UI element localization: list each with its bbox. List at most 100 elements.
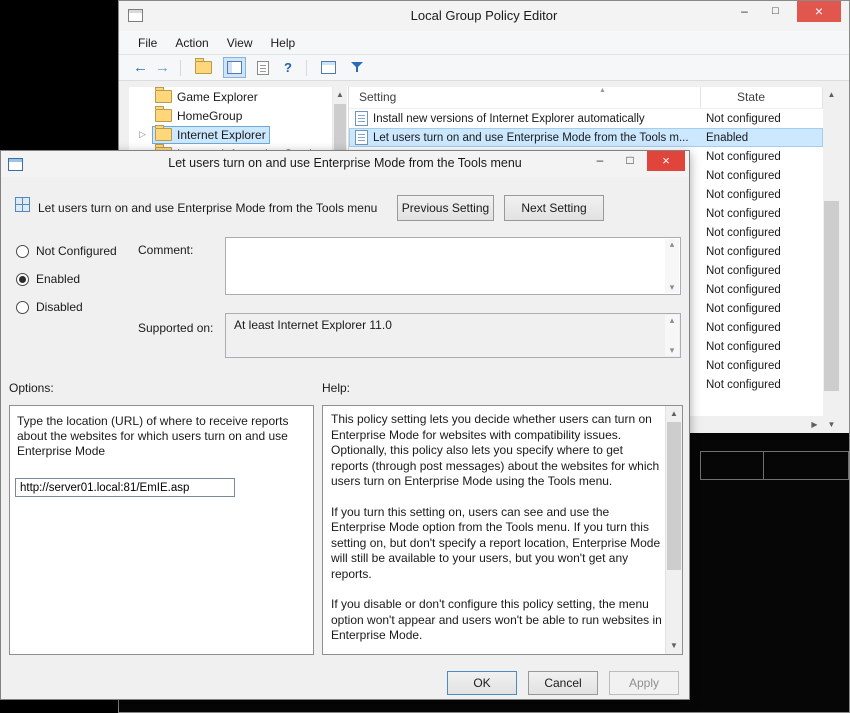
ok-button[interactable]: OK [447, 671, 517, 695]
previous-setting-button[interactable]: Previous Setting [397, 195, 494, 221]
setting-icon [355, 111, 368, 126]
scroll-down-icon[interactable]: ▼ [666, 638, 682, 654]
extended-pane-button[interactable] [317, 57, 340, 78]
close-button[interactable]: × [797, 1, 841, 22]
supported-scrollbar[interactable]: ▴ ▾ [665, 315, 679, 356]
minimize-button[interactable]: – [729, 1, 760, 22]
state-cell: Not configured [701, 227, 781, 239]
url-input[interactable] [15, 478, 235, 497]
menu-item-action[interactable]: Action [166, 33, 217, 53]
radio-enabled[interactable]: Enabled [16, 272, 80, 286]
menu-item-file[interactable]: File [129, 33, 166, 53]
toolbar: ← → ? [119, 55, 849, 81]
help-button[interactable]: ? [280, 57, 296, 78]
help-scroll-thumb[interactable] [667, 422, 681, 570]
policy-dialog: Let users turn on and use Enterprise Mod… [0, 150, 690, 700]
tree-item-label: Internet Explorer [177, 128, 266, 142]
radio-label: Enabled [36, 272, 80, 286]
gpe-titlebar[interactable]: Local Group Policy Editor – □ × [119, 1, 849, 32]
column-setting-label: Setting [359, 90, 396, 104]
radio-circle [16, 301, 29, 314]
folder-icon [155, 109, 172, 122]
menu-item-help[interactable]: Help [262, 33, 305, 53]
supported-on-box: At least Internet Explorer 11.0 ▴ ▾ [225, 313, 681, 358]
radio-circle [16, 245, 29, 258]
back-button[interactable]: ← [133, 60, 148, 75]
folder-icon [155, 128, 172, 141]
policy-header-icon [15, 197, 30, 212]
vertical-scrollbar[interactable]: ▲ ▼ [823, 87, 840, 433]
cancel-button[interactable]: Cancel [528, 671, 598, 695]
tree-item-body[interactable]: Internet Explorer [152, 126, 270, 144]
up-one-level-button[interactable] [191, 57, 216, 78]
folder-icon [195, 61, 212, 74]
tree-item[interactable]: Game Explorer [129, 87, 348, 106]
scroll-up-icon[interactable]: ▲ [666, 406, 682, 422]
console-tree-icon [227, 61, 242, 74]
state-cell: Not configured [701, 170, 781, 182]
toolbar-separator [306, 60, 307, 76]
forward-button[interactable]: → [155, 60, 170, 75]
scroll-down-icon[interactable]: ▼ [823, 417, 840, 433]
tree-item-label: HomeGroup [177, 109, 242, 123]
setting-name: Let users turn on and use Enterprise Mod… [373, 132, 689, 144]
state-cell: Not configured [701, 151, 781, 163]
menubar: File Action View Help [119, 31, 849, 55]
setting-cell: Install new versions of Internet Explore… [349, 111, 701, 126]
next-setting-button[interactable]: Next Setting [504, 195, 604, 221]
tree-item[interactable]: HomeGroup [129, 106, 348, 125]
spin-down-icon[interactable]: ▾ [665, 282, 679, 293]
help-label: Help: [322, 381, 350, 395]
filter-button[interactable] [347, 58, 367, 77]
scroll-up-icon[interactable]: ▲ [333, 87, 347, 103]
radio-not-configured[interactable]: Not Configured [16, 244, 117, 258]
panes-icon [321, 61, 336, 74]
tree-scroll-thumb[interactable] [334, 104, 346, 150]
export-list-button[interactable] [253, 57, 273, 79]
settings-row[interactable]: Let users turn on and use Enterprise Mod… [349, 128, 823, 147]
expander-icon[interactable]: ▷ [139, 129, 152, 140]
scroll-right-icon[interactable]: ▶ [806, 416, 823, 433]
tree-item[interactable]: ▷ Internet Explorer [129, 125, 348, 144]
spin-down-icon[interactable]: ▾ [665, 345, 679, 356]
tree-item-body[interactable]: Game Explorer [152, 88, 262, 106]
state-cell: Not configured [701, 379, 781, 391]
apply-button[interactable]: Apply [609, 671, 679, 695]
help-panel: This policy setting lets you decide whet… [322, 405, 683, 655]
dialog-window-controls: – □ × [585, 151, 685, 171]
status-box [700, 451, 849, 480]
help-scrollbar[interactable]: ▲ ▼ [665, 406, 682, 654]
comment-textarea[interactable]: ▴ ▾ [225, 237, 681, 295]
state-cell: Not configured [701, 265, 781, 277]
column-header-state[interactable]: State [701, 87, 823, 108]
radio-label: Disabled [36, 300, 83, 314]
options-panel: Type the location (URL) of where to rece… [9, 405, 314, 655]
dialog-minimize-button[interactable]: – [585, 151, 615, 171]
show-console-tree-button[interactable] [223, 57, 246, 78]
comment-scrollbar[interactable]: ▴ ▾ [665, 239, 679, 293]
radio-disabled[interactable]: Disabled [16, 300, 83, 314]
column-header-setting[interactable]: ▲ Setting [349, 87, 701, 108]
dialog-maximize-button[interactable]: □ [615, 151, 645, 171]
settings-row[interactable]: Install new versions of Internet Explore… [349, 109, 823, 128]
radio-label: Not Configured [36, 244, 117, 258]
state-cell: Not configured [701, 189, 781, 201]
scroll-thumb[interactable] [824, 201, 839, 391]
help-paragraph: This policy setting lets you decide whet… [331, 412, 662, 490]
state-cell: Not configured [701, 360, 781, 372]
dialog-titlebar[interactable]: Let users turn on and use Enterprise Mod… [1, 151, 689, 177]
spin-up-icon[interactable]: ▴ [665, 239, 679, 250]
state-cell: Not configured [701, 322, 781, 334]
state-cell: Not configured [701, 303, 781, 315]
dialog-close-button[interactable]: × [647, 151, 685, 171]
maximize-button[interactable]: □ [760, 1, 791, 22]
state-cell: Not configured [701, 113, 781, 125]
scroll-up-icon[interactable]: ▲ [823, 87, 840, 103]
spin-up-icon[interactable]: ▴ [665, 315, 679, 326]
options-label: Options: [9, 381, 54, 395]
menu-item-view[interactable]: View [218, 33, 262, 53]
tree-item-body[interactable]: HomeGroup [152, 107, 246, 125]
sort-ascending-icon: ▲ [599, 87, 606, 95]
radio-circle-checked [16, 273, 29, 286]
filter-icon [351, 62, 363, 73]
